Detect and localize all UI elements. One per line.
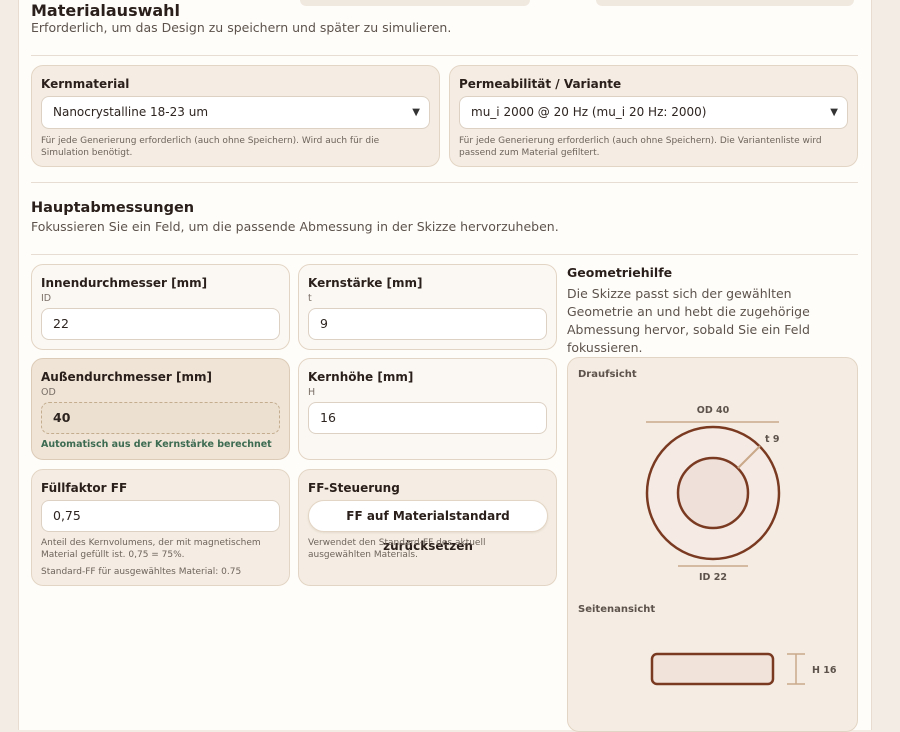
geometry-help-title: Geometriehilfe xyxy=(567,265,673,280)
top-fade-strip xyxy=(596,0,854,6)
height-input[interactable]: 16 xyxy=(308,402,547,434)
inner-diameter-label: Innendurchmesser [mm] xyxy=(41,276,208,290)
chevron-down-icon: ▼ xyxy=(412,107,420,118)
thickness-input[interactable]: 9 xyxy=(308,308,547,340)
od-label: OD 40 xyxy=(697,405,730,416)
ff-control-help: Verwendet den Standard-FF des aktuell au… xyxy=(308,538,486,560)
core-material-label: Kernmaterial xyxy=(41,77,130,91)
t-label: t 9 xyxy=(765,434,779,445)
inner-diameter-card: Innendurchmesser [mm] ID 22 xyxy=(31,264,290,350)
outer-diameter-input: 40 xyxy=(41,402,280,434)
fill-factor-help: Anteil des Kernvolumens, der mit magneti… xyxy=(41,538,261,560)
section-title-material: Materialauswahl xyxy=(31,1,181,20)
permeability-value: mu_i 2000 @ 20 Hz (mu_i 20 Hz: 2000) xyxy=(471,105,707,119)
thickness-label: Kernstärke [mm] xyxy=(308,276,423,290)
divider xyxy=(31,55,858,56)
height-code: H xyxy=(308,387,316,398)
thickness-code: t xyxy=(308,293,312,304)
section-subtitle-material: Erforderlich, um das Design zu speichern… xyxy=(31,20,452,35)
outer-diameter-auto-note: Automatisch aus der Kernstärke berechnet xyxy=(41,439,272,450)
thickness-card: Kernstärke [mm] t 9 xyxy=(298,264,557,350)
fill-factor-card: Füllfaktor FF 0,75 Anteil des Kernvolume… xyxy=(31,469,290,586)
side-view-core xyxy=(650,652,775,686)
section-subtitle-dimensions: Fokussieren Sie ein Feld, um die passend… xyxy=(31,219,559,234)
core-material-card: Kernmaterial Nanocrystalline 18-23 um ▼ … xyxy=(31,65,440,167)
height-card: Kernhöhe [mm] H 16 xyxy=(298,358,557,460)
geometry-help-text: Die Skizze passt sich der gewählten Geom… xyxy=(567,286,810,355)
core-material-value: Nanocrystalline 18-23 um xyxy=(53,105,209,119)
section-title-dimensions: Hauptabmessungen xyxy=(31,200,195,216)
outer-diameter-label: Außendurchmesser [mm] xyxy=(41,370,212,384)
reset-ff-button[interactable]: FF auf Materialstandard zurücksetzen xyxy=(308,500,548,553)
divider xyxy=(31,182,858,183)
core-material-select[interactable]: Nanocrystalline 18-23 um ▼ xyxy=(41,96,430,129)
inner-diameter-input[interactable]: 22 xyxy=(41,308,280,340)
permeability-card: Permeabilität / Variante mu_i 2000 @ 20 … xyxy=(449,65,858,167)
permeability-label: Permeabilität / Variante xyxy=(459,77,622,91)
core-material-help: Für jede Generierung erforderlich (auch … xyxy=(41,136,380,158)
inner-ring xyxy=(676,456,750,530)
divider xyxy=(31,254,858,255)
id-label: ID 22 xyxy=(699,572,727,583)
core-sketch: OD 40 t 9 ID 22 H 16 xyxy=(645,405,837,686)
fill-factor-label: Füllfaktor FF xyxy=(41,481,128,495)
height-label: Kernhöhe [mm] xyxy=(308,370,414,384)
outer-diameter-card: Außendurchmesser [mm] OD 40 Automatisch … xyxy=(31,358,290,460)
permeability-select[interactable]: mu_i 2000 @ 20 Hz (mu_i 20 Hz: 2000) ▼ xyxy=(459,96,848,129)
permeability-help: Für jede Generierung erforderlich (auch … xyxy=(459,136,822,158)
ff-control-label: FF-Steuerung xyxy=(308,481,400,495)
inner-diameter-code: ID xyxy=(41,293,52,304)
fill-factor-default-note: Standard-FF für ausgewähltes Material: 0… xyxy=(41,567,242,577)
outer-diameter-code: OD xyxy=(41,387,56,398)
top-fade-strip xyxy=(300,0,530,6)
chevron-down-icon: ▼ xyxy=(830,107,838,118)
ff-control-card: FF-Steuerung FF auf Materialstandard zur… xyxy=(298,469,557,586)
h-label: H 16 xyxy=(812,665,837,676)
fill-factor-input[interactable]: 0,75 xyxy=(41,500,280,532)
